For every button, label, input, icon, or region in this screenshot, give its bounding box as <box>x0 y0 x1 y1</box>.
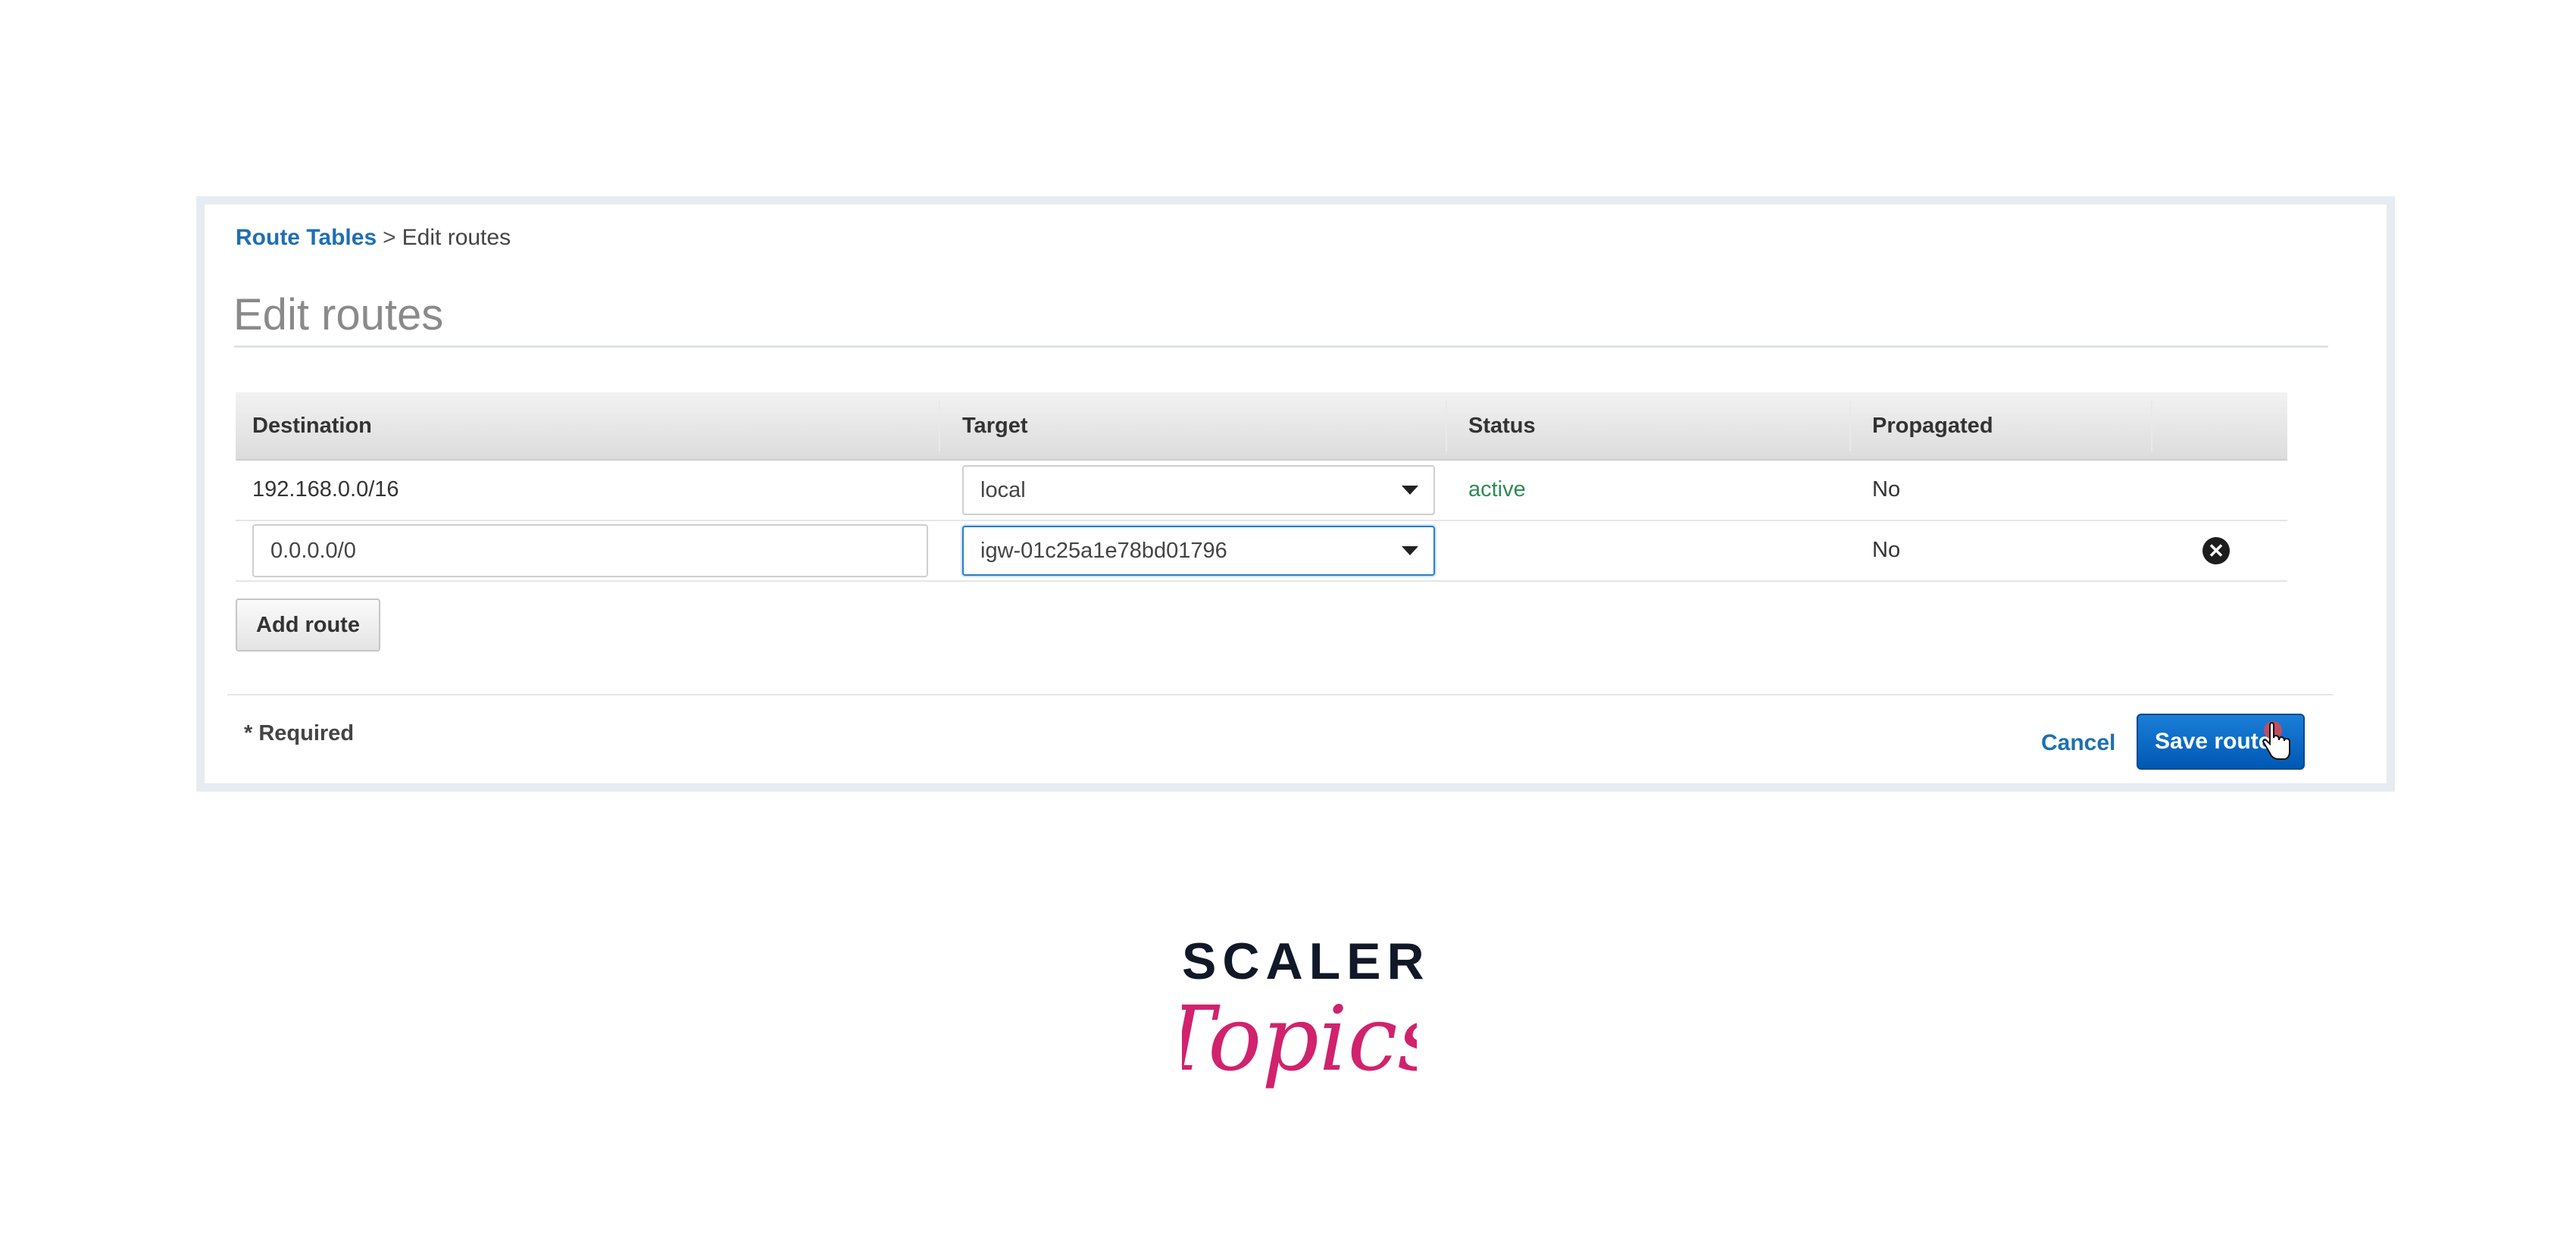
column-header-propagated: Propagated <box>1872 414 1993 438</box>
target-select-value: igw-01c25a1e78bd01796 <box>980 539 1227 563</box>
chevron-down-icon <box>1402 486 1418 495</box>
routes-table: Destination Target Status Propagated 192… <box>236 392 2287 582</box>
destination-input[interactable] <box>252 524 928 577</box>
remove-route-icon[interactable]: ✕ <box>2202 537 2230 564</box>
column-header-destination: Destination <box>252 414 372 438</box>
column-divider <box>2151 400 2152 452</box>
table-row: 192.168.0.0/16 local active No <box>236 461 2287 521</box>
title-divider <box>234 345 2328 348</box>
destination-cell: 192.168.0.0/16 <box>252 477 399 502</box>
required-note: * Required <box>244 721 355 745</box>
column-divider <box>1446 400 1447 452</box>
target-select[interactable]: igw-01c25a1e78bd01796 <box>962 526 1435 576</box>
footer-divider <box>227 694 2334 695</box>
breadcrumb-current: Edit routes <box>402 225 511 250</box>
add-route-button[interactable]: Add route <box>236 598 380 652</box>
breadcrumb-route-tables-link[interactable]: Route Tables <box>236 225 377 250</box>
logo-wordmark-script: Topics <box>1182 986 1417 1091</box>
scaler-topics-logo: SCALER Topics <box>1182 932 1430 1121</box>
propagated-cell: No <box>1872 477 1901 502</box>
table-row: igw-01c25a1e78bd01796 No ✕ <box>236 521 2287 582</box>
column-divider <box>1849 400 1851 452</box>
target-select[interactable]: local <box>962 465 1435 515</box>
table-header: Destination Target Status Propagated <box>236 392 2287 461</box>
page-title: Edit routes <box>233 290 444 339</box>
status-active-text: active <box>1468 477 1526 502</box>
column-header-target: Target <box>962 414 1028 438</box>
propagated-cell: No <box>1872 538 1901 562</box>
cancel-button[interactable]: Cancel <box>2041 730 2115 756</box>
target-select-value: local <box>980 478 1026 502</box>
breadcrumb-separator: > <box>383 225 396 250</box>
column-header-status: Status <box>1468 414 1536 438</box>
edit-routes-panel: Route Tables > Edit routes Edit routes Des… <box>196 196 2395 792</box>
chevron-down-icon <box>1402 546 1418 555</box>
hand-pointer-icon <box>2262 721 2290 760</box>
logo-wordmark-top: SCALER <box>1182 933 1430 990</box>
breadcrumb: Route Tables > Edit routes <box>236 225 511 251</box>
column-divider <box>939 400 940 452</box>
svg-text:Topics: Topics <box>1182 986 1417 1091</box>
